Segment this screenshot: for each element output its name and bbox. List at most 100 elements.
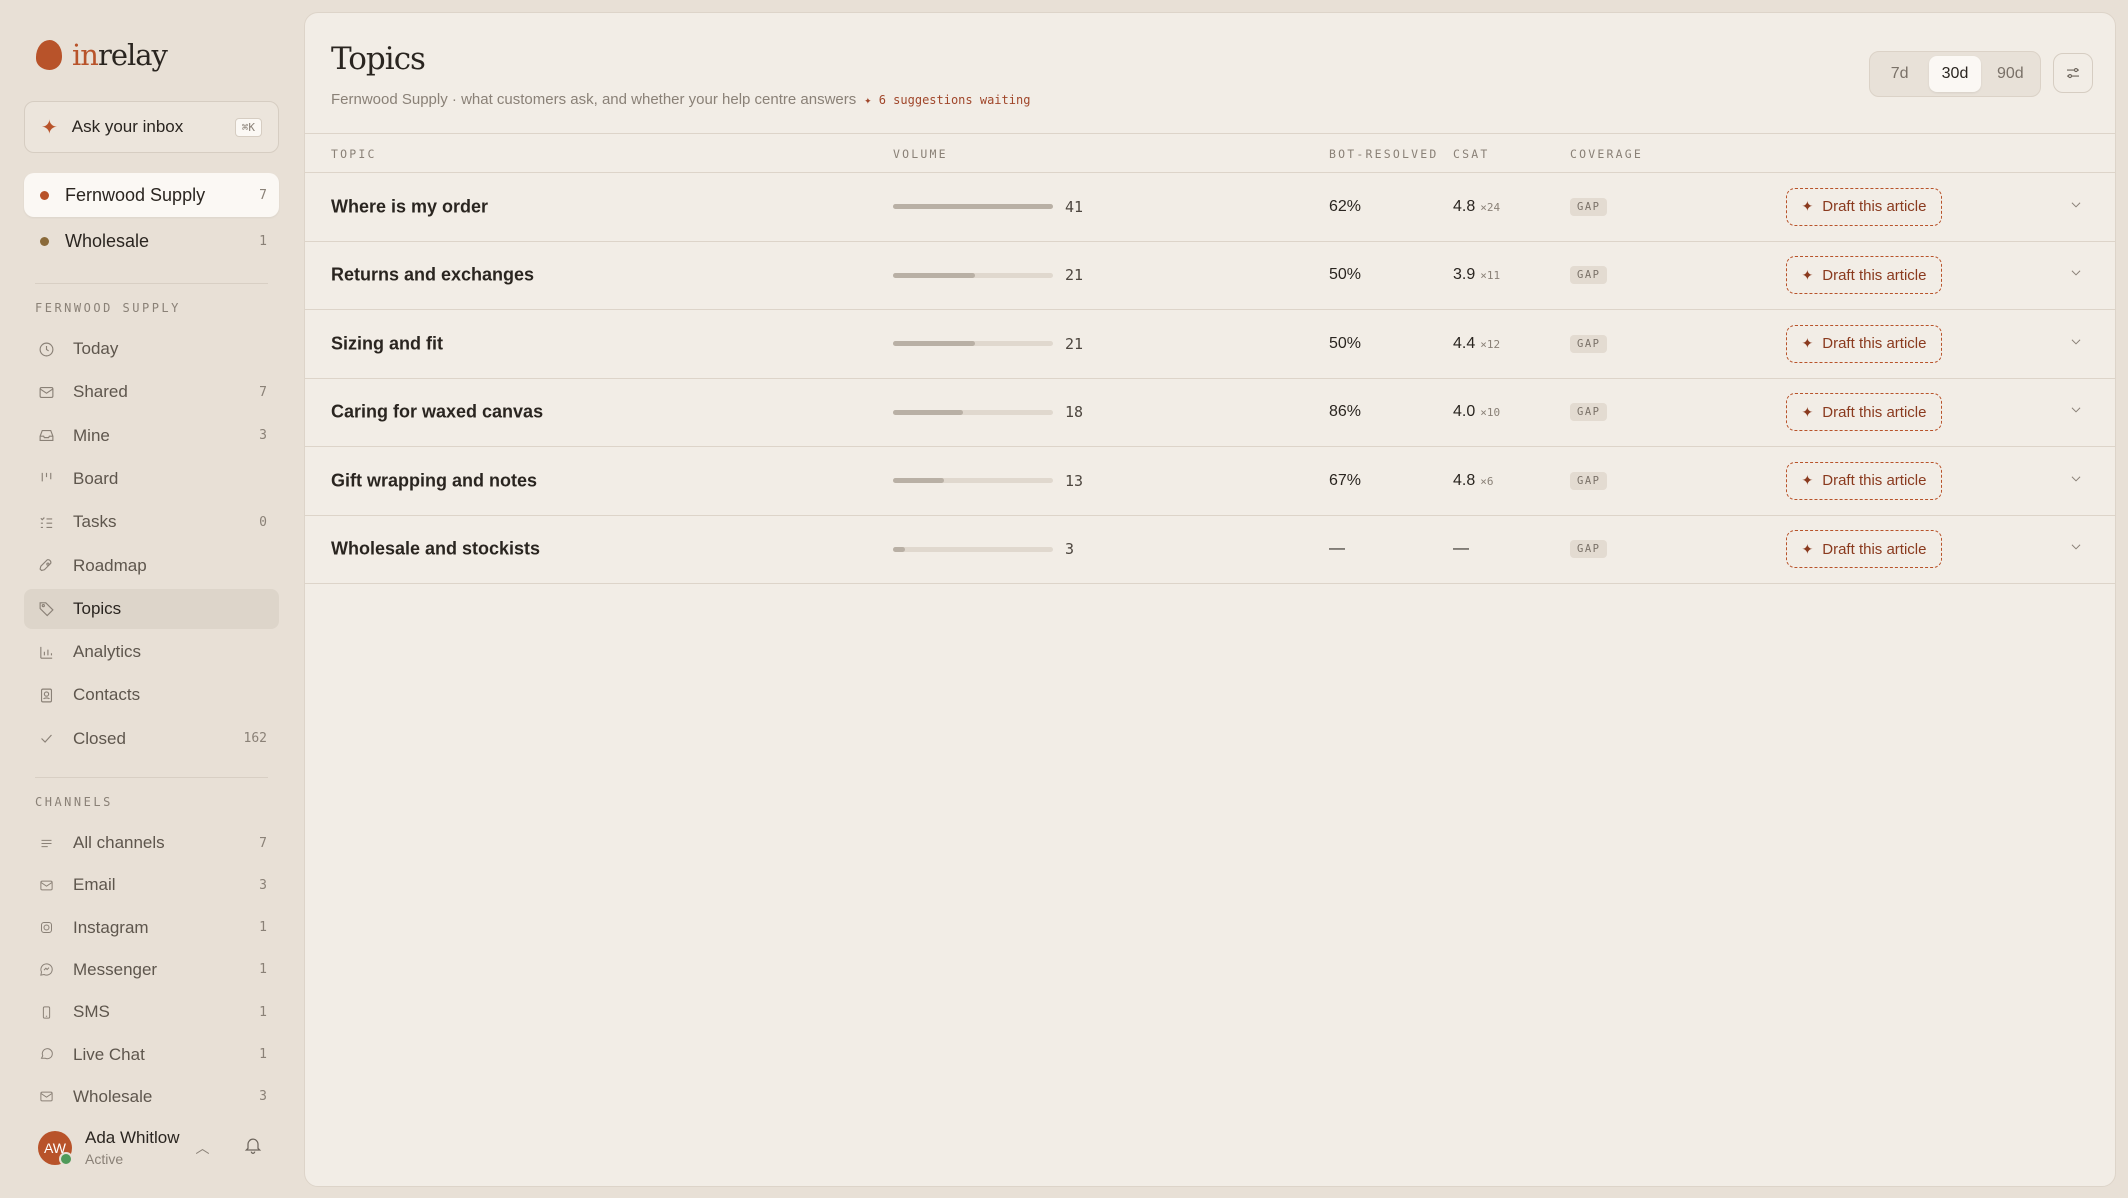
workspace-count: 7 <box>259 187 267 203</box>
chevron-down-icon[interactable] <box>2069 266 2083 285</box>
draft-article-label: Draft this article <box>1822 472 1927 490</box>
nav-label: Analytics <box>73 642 142 662</box>
csat-cell: — <box>1453 540 1474 558</box>
sidebar-item-shared[interactable]: Shared 7 <box>24 372 279 412</box>
sidebar-item-closed[interactable]: Closed 162 <box>24 719 279 759</box>
channel-item-sms[interactable]: SMS 1 <box>24 992 279 1032</box>
channel-item-instagram[interactable]: Instagram 1 <box>24 908 279 948</box>
sparkle-icon: ✦ <box>1801 472 1814 489</box>
table-row[interactable]: Returns and exchanges 21 50% 3.9 ×11 GAP ✦ Draf… <box>305 242 2115 310</box>
instagram-icon <box>35 917 57 939</box>
sidebar-item-board[interactable]: Board <box>24 459 279 499</box>
nav-count: 1 <box>259 920 267 936</box>
chevron-up-icon[interactable]: ︿ <box>195 1138 209 1158</box>
volume-bar-fill <box>893 409 964 415</box>
table-row[interactable]: Gift wrapping and notes 13 67% 4.8 ×6 GAP ✦ Dra… <box>305 447 2115 516</box>
user-menu[interactable]: AW Ada Whitlow Active ︿ <box>38 1128 268 1167</box>
col-header-topic[interactable]: TOPIC <box>331 147 377 161</box>
channel-item-all-channels[interactable]: All channels 7 <box>24 823 279 863</box>
draft-article-button[interactable]: ✦ Draft this article <box>1786 530 1942 569</box>
table-row[interactable]: Caring for waxed canvas 18 86% 4.0 ×10 GAP ✦ Dr… <box>305 379 2115 447</box>
topic-name[interactable]: Sizing and fit <box>331 333 443 354</box>
range-90d[interactable]: 90d <box>1985 56 2036 92</box>
nav-count: 0 <box>259 514 267 530</box>
chevron-down-icon[interactable] <box>2069 540 2083 559</box>
workspace-label: Fernwood Supply <box>65 184 206 205</box>
logo[interactable]: inrelay <box>36 38 168 72</box>
draft-article-button[interactable]: ✦ Draft this article <box>1786 461 1942 500</box>
table-row[interactable]: Wholesale and stockists 3 — — GAP ✦ Draft this… <box>305 516 2115 584</box>
logo-text: inrelay <box>72 38 168 72</box>
messenger-icon <box>35 959 57 981</box>
chart-icon <box>35 641 57 663</box>
col-header-csat[interactable]: CSAT <box>1453 147 1490 161</box>
nav-label: Board <box>73 468 119 488</box>
workspace-item[interactable]: Fernwood Supply 7 <box>24 173 279 217</box>
csat-count: ×11 <box>1480 269 1501 283</box>
bell-icon[interactable] <box>243 1135 263 1160</box>
coverage-badge: GAP <box>1570 471 1608 490</box>
draft-article-label: Draft this article <box>1822 335 1927 353</box>
volume-cell: 13 <box>893 472 1083 490</box>
csat-value: 4.8 <box>1453 197 1476 215</box>
chevron-down-icon[interactable] <box>2069 471 2083 490</box>
range-30d[interactable]: 30d <box>1929 56 1981 92</box>
draft-article-button[interactable]: ✦ Draft this article <box>1786 256 1942 295</box>
range-7d[interactable]: 7d <box>1874 56 1925 92</box>
avatar[interactable]: AW <box>38 1130 73 1166</box>
sidebar-item-mine[interactable]: Mine 3 <box>24 416 279 456</box>
csat-cell: 4.8 ×24 <box>1453 198 1500 216</box>
csat-cell: 3.9 ×11 <box>1453 266 1500 284</box>
volume-bar-fill <box>893 341 975 347</box>
volume-bar <box>893 204 1053 210</box>
sidebar-item-roadmap[interactable]: Roadmap <box>24 546 279 586</box>
chevron-down-icon[interactable] <box>2069 197 2083 216</box>
col-header-coverage[interactable]: COVERAGE <box>1570 147 1643 161</box>
draft-article-button[interactable]: ✦ Draft this article <box>1786 324 1942 363</box>
sidebar-item-tasks[interactable]: Tasks 0 <box>24 502 279 542</box>
nav-label: SMS <box>73 1002 110 1022</box>
ask-inbox-button[interactable]: ✦ Ask your inbox ⌘K <box>24 101 279 153</box>
table-row[interactable]: Where is my order 41 62% 4.8 ×24 GAP ✦ Draft th… <box>305 173 2115 242</box>
sidebar-item-contacts[interactable]: Contacts <box>24 675 279 715</box>
volume-cell: 18 <box>893 403 1083 421</box>
draft-article-button[interactable]: ✦ Draft this article <box>1786 393 1942 432</box>
chevron-down-icon[interactable] <box>2069 334 2083 353</box>
nav-label: Today <box>73 339 119 358</box>
topic-name[interactable]: Where is my order <box>331 196 488 217</box>
user-status: Active <box>85 1151 124 1167</box>
chevron-down-icon[interactable] <box>2069 403 2083 422</box>
channel-item-wholesale[interactable]: Wholesale 3 <box>24 1077 279 1117</box>
volume-value: 41 <box>1065 197 1084 216</box>
volume-value: 3 <box>1065 540 1075 559</box>
topic-name[interactable]: Wholesale and stockists <box>331 539 540 560</box>
sidebar-item-analytics[interactable]: Analytics <box>24 632 279 672</box>
table-row[interactable]: Sizing and fit 21 50% 4.4 ×12 GAP ✦ Draft this … <box>305 310 2115 379</box>
channel-item-live-chat[interactable]: Live Chat 1 <box>24 1035 279 1075</box>
draft-article-label: Draft this article <box>1822 540 1927 558</box>
channel-item-messenger[interactable]: Messenger 1 <box>24 950 279 990</box>
sidebar-item-today[interactable]: Today <box>24 329 279 369</box>
topic-name[interactable]: Gift wrapping and notes <box>331 470 537 491</box>
board-icon <box>35 468 57 490</box>
clock-icon <box>35 338 57 360</box>
sparkle-icon: ✦ <box>1801 403 1814 420</box>
workspace-item[interactable]: Wholesale 1 <box>24 219 279 263</box>
topic-name[interactable]: Returns and exchanges <box>331 265 534 286</box>
volume-cell: 21 <box>893 266 1083 284</box>
nav-label: Wholesale <box>73 1086 153 1106</box>
suggestions-link[interactable]: ✦ 6 suggestions waiting <box>864 93 1030 107</box>
draft-article-button[interactable]: ✦ Draft this article <box>1786 187 1942 226</box>
nav-count: 3 <box>259 1089 267 1105</box>
logo-mark-icon <box>36 40 62 70</box>
sidebar-item-topics[interactable]: Topics <box>24 588 279 629</box>
col-header-bot-resolved[interactable]: BOT-RESOLVED <box>1329 147 1438 161</box>
channel-item-email[interactable]: Email 3 <box>24 865 279 905</box>
topic-name[interactable]: Caring for waxed canvas <box>331 402 543 423</box>
nav-label: Roadmap <box>73 555 147 575</box>
tag-icon <box>35 598 57 620</box>
col-header-volume[interactable]: VOLUME <box>893 147 948 161</box>
csat-value: 4.0 <box>1453 403 1476 421</box>
filter-button[interactable] <box>2053 53 2093 93</box>
sidebar-divider <box>35 777 268 778</box>
